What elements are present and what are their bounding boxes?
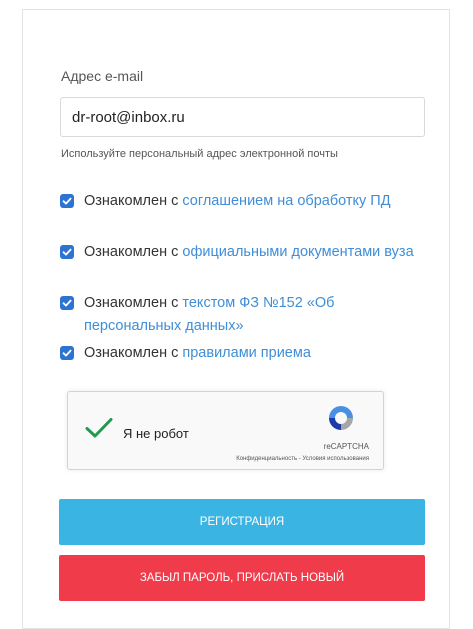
agreement-pd[interactable]: Ознакомлен с соглашением на обработку ПД — [60, 190, 430, 213]
agreement-pd-link[interactable]: соглашением на обработку ПД — [182, 193, 390, 209]
checkbox-agreement-pd[interactable] — [60, 194, 74, 208]
agreement-rules[interactable]: Ознакомлен с правилами приема — [60, 342, 430, 365]
recaptcha-logo-icon — [329, 406, 353, 430]
recaptcha-checkmark-icon[interactable] — [85, 417, 113, 439]
recaptcha-widget: Я не робот reCAPTCHA Конфиденциальность … — [67, 391, 384, 470]
checkmark-icon — [62, 197, 72, 205]
checkmark-icon — [62, 248, 72, 256]
recaptcha-links[interactable]: Конфиденциальность - Условия использован… — [68, 456, 369, 462]
register-button[interactable]: РЕГИСТРАЦИЯ — [59, 499, 425, 545]
agreement-prefix: Ознакомлен с — [84, 295, 183, 311]
agreement-prefix: Ознакомлен с — [84, 193, 183, 209]
email-input[interactable] — [60, 97, 425, 137]
agreement-documents[interactable]: Ознакомлен с официальными документами ву… — [60, 241, 430, 264]
recaptcha-label: Я не робот — [123, 426, 189, 441]
forgot-password-button[interactable]: ЗАБЫЛ ПАРОЛЬ, ПРИСЛАТЬ НОВЫЙ — [59, 555, 425, 601]
email-hint: Используйте персональный адрес электронн… — [61, 148, 338, 160]
recaptcha-brand: reCAPTCHA — [323, 442, 369, 451]
agreement-prefix: Ознакомлен с — [84, 345, 183, 361]
checkmark-icon — [62, 349, 72, 357]
checkbox-agreement-law[interactable] — [60, 296, 74, 310]
agreement-documents-link[interactable]: официальными документами вуза — [182, 244, 413, 260]
checkmark-icon — [62, 299, 72, 307]
agreement-law[interactable]: Ознакомлен с текстом ФЗ №152 «Об персона… — [60, 292, 430, 338]
email-label: Адрес e-mail — [61, 68, 144, 84]
checkbox-agreement-rules[interactable] — [60, 346, 74, 360]
checkbox-agreement-documents[interactable] — [60, 245, 74, 259]
agreement-prefix: Ознакомлен с — [84, 244, 183, 260]
agreement-rules-link[interactable]: правилами приема — [182, 345, 311, 361]
